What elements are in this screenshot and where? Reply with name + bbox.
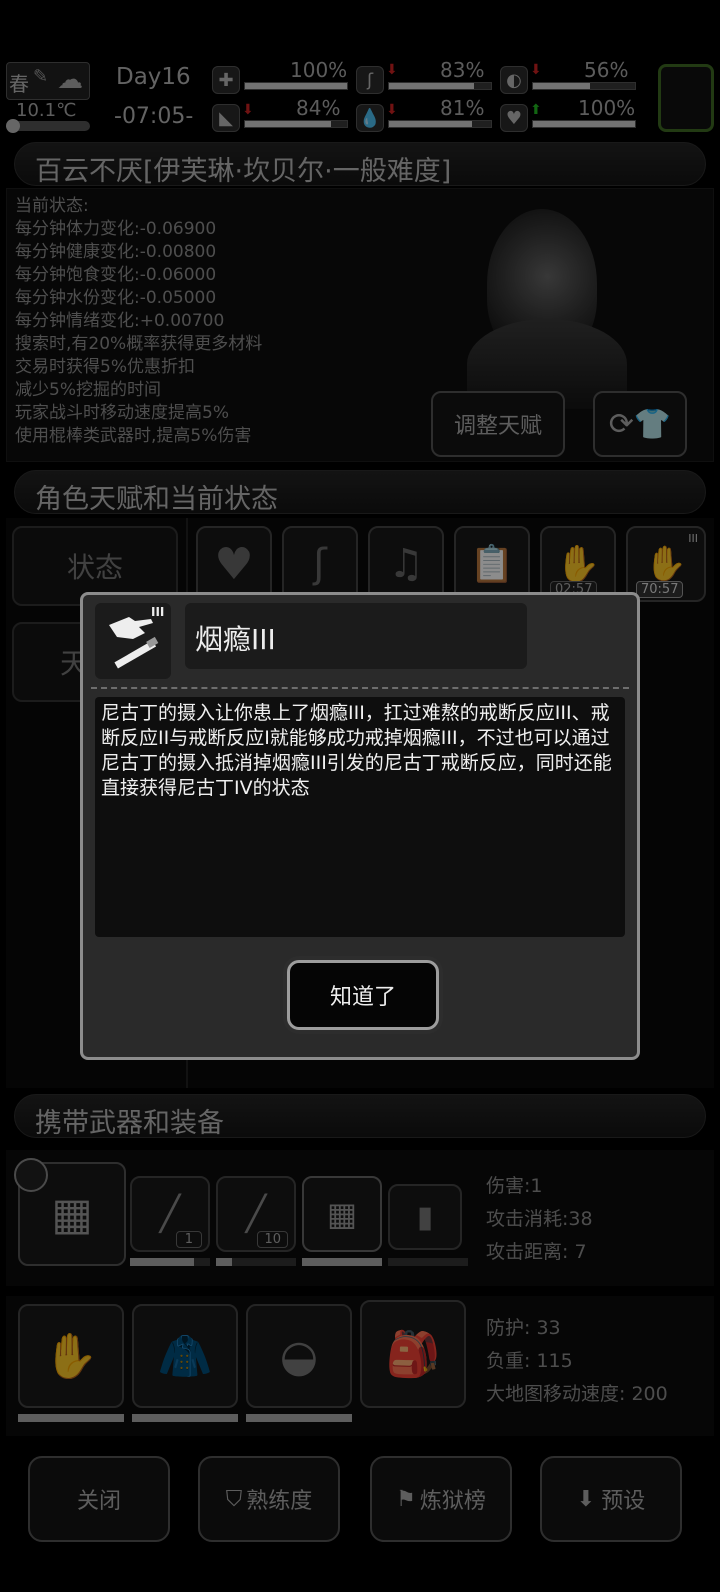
dialog-body: 尼古丁的摄入让你患上了烟瘾III，扛过难熬的戒断反应III、戒断反应II与戒断反…	[95, 697, 625, 937]
ok-label: 知道了	[329, 985, 396, 1010]
smoking-hand-icon: III	[95, 603, 171, 679]
talent-detail-dialog: III 烟瘾III 尼古丁的摄入让你患上了烟瘾III，扛过难熬的戒断反应III、…	[80, 592, 640, 1060]
dialog-title-box: 烟瘾III	[185, 603, 527, 669]
level-badge: III	[151, 605, 165, 619]
dialog-title: 烟瘾III	[195, 623, 276, 656]
dashed-divider	[91, 687, 629, 689]
ok-button[interactable]: 知道了	[287, 960, 439, 1030]
dialog-description: 尼古丁的摄入让你患上了烟瘾III，扛过难熬的戒断反应III、戒断反应II与戒断反…	[101, 702, 612, 799]
